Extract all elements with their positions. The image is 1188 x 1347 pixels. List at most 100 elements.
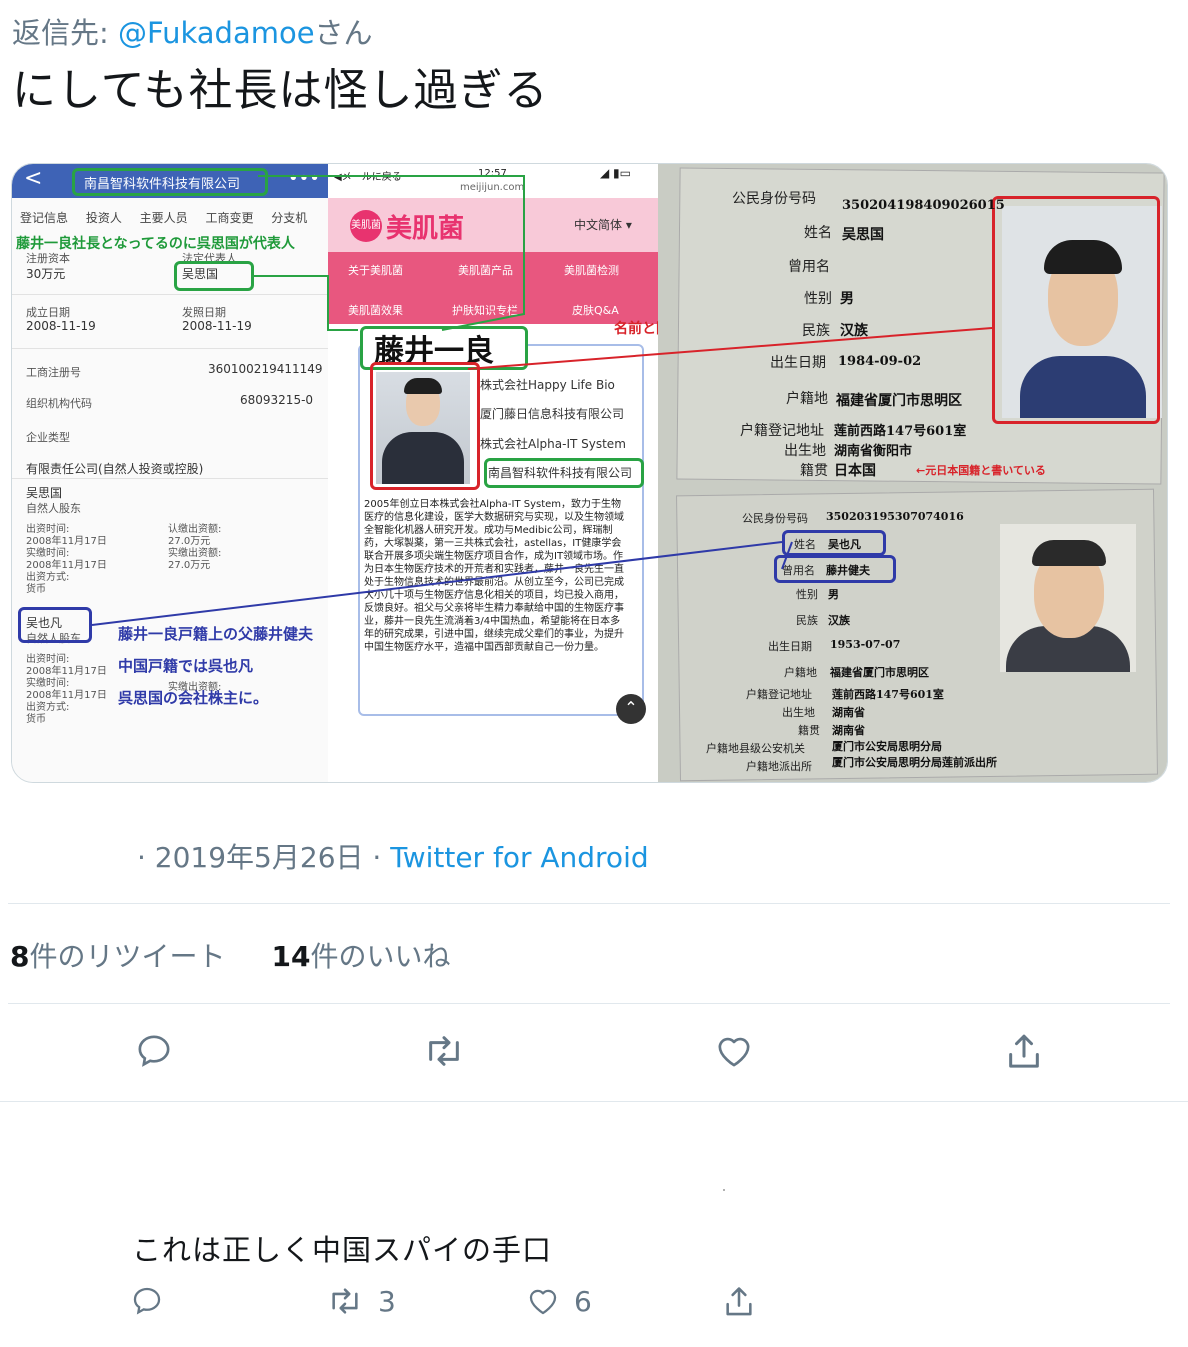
retweet-button[interactable] [422, 1031, 466, 1071]
share-icon [726, 1287, 752, 1316]
green-highlight-company [484, 458, 644, 488]
type-value: 有限责任公司(自然人投资或控股) [26, 462, 204, 476]
reg-no-label: 工商注册号 [26, 366, 81, 379]
id-a-label-8: 出生地 [784, 443, 826, 459]
holder1-amount: 认缴出资额: 27.0万元 实缴出资额: 27.0万元 [168, 524, 222, 571]
id-b-label-10: 户籍地县级公安机关 [706, 742, 805, 755]
holder1-detail: 出资时间: 2008年11月17日 实缴时间: 2008年11月17日 出资方式… [26, 524, 107, 595]
retweet-label: 件のリツイート [29, 940, 226, 973]
reply-handle-link[interactable]: @Fukadamoe [118, 16, 315, 50]
id-b-value-4: 汉族 [828, 614, 850, 627]
more-dots-icon: ••• [288, 168, 320, 189]
id-cards-panel: 公民身份号码 350204198409026015 姓名 吴思国 曾用名 性别 … [658, 164, 1167, 782]
reply-retweet-count: 3 [378, 1284, 396, 1318]
id-a-value-0: 350204198409026015 [842, 198, 1005, 213]
blue-highlight-father-name [782, 530, 886, 556]
company-2: 厦门藤日信息科技有限公司 [480, 407, 625, 421]
likes-stat[interactable]: 14件のいいね [272, 940, 451, 973]
language-select: 中文简体 ▾ [574, 218, 632, 232]
id-b-value-11: 厦门市公安局思明分局莲前派出所 [832, 756, 997, 769]
father-photo-hair [1032, 540, 1106, 566]
id-b-label-8: 出生地 [782, 706, 815, 719]
id-b-label-9: 籍贯 [798, 724, 820, 737]
company-registry-panel: < 南昌智科软件科技有限公司 ••• 登记信息 投资人 主要人员 工商变更 分支… [12, 164, 328, 782]
menu-item: 美肌菌产品 [458, 264, 513, 277]
status-url: meijijun.com [460, 182, 525, 193]
holder1-kind: 自然人股东 [26, 502, 81, 515]
id-b-label-0: 公民身份号码 [742, 512, 808, 525]
reply-tweet-text: これは正しく中国スパイの手口 [132, 1233, 553, 1267]
red-highlight-son-photo [992, 196, 1160, 424]
status-time: 12:57 [478, 168, 507, 179]
capital-value: 30万元 [26, 267, 66, 281]
red-highlight-photo [370, 362, 480, 490]
annotation-same-face: 名前と国籍違うが顔同じ [614, 321, 658, 337]
retweet-count: 8 [10, 940, 30, 973]
share-button[interactable] [1004, 1031, 1044, 1073]
reg-no-value: 360100219411149 [208, 362, 323, 376]
menu-item: 美肌菌检测 [564, 264, 619, 277]
tweet-date: · 2019年5月26日 · [137, 841, 391, 874]
share-icon [1009, 1034, 1039, 1068]
id-b-value-0: 350203195307074016 [826, 510, 964, 523]
tweet-source-link[interactable]: Twitter for Android [390, 841, 648, 874]
issue-value: 2008-11-19 [182, 319, 252, 333]
registry-tabs: 登记信息 投资人 主要人员 工商变更 分支机 [20, 211, 308, 225]
id-b-label-11: 户籍地派出所 [746, 760, 812, 773]
id-a-value-9: 日本国 [834, 463, 876, 479]
id-b-label-3: 性别 [796, 588, 818, 601]
retweet-icon [429, 1036, 459, 1066]
brand-menu: 关于美肌菌 美肌菌产品 美肌菌检测 美肌菌效果 护肤知识专栏 皮肤Q&A [328, 252, 658, 324]
blue-highlight-holder2 [18, 607, 92, 643]
id-b-label-6: 户籍地 [784, 666, 817, 679]
menu-item: 皮肤Q&A [572, 304, 619, 317]
id-a-label-4: 民族 [802, 323, 830, 339]
separator-dot [723, 1189, 725, 1191]
retweets-stat[interactable]: 8件のリツイート [10, 940, 226, 973]
id-b-value-3: 男 [828, 588, 839, 601]
divider [12, 294, 328, 295]
est-label: 成立日期 [26, 306, 70, 319]
reply-icon [133, 1287, 161, 1315]
id-b-value-8: 湖南省 [832, 706, 865, 719]
tweet-stats: 8件のリツイート 14件のいいね [10, 935, 450, 975]
reply-to-line: 返信先: @Fukadamoeさん [12, 10, 373, 52]
divider [12, 348, 328, 349]
id-a-label-2: 曾用名 [788, 259, 830, 275]
id-a-label-6: 户籍地 [786, 391, 828, 407]
reply-reply-button[interactable] [130, 1284, 164, 1318]
tweet-meta: · 2019年5月26日 · Twitter for Android [137, 836, 649, 876]
reply-button[interactable] [134, 1031, 174, 1071]
company-1: 株式会社Happy Life Bio [480, 378, 615, 392]
id-a-value-1: 吴思国 [842, 227, 884, 243]
reply-retweet-button[interactable]: 3 [326, 1284, 396, 1318]
menu-item: 关于美肌菌 [348, 264, 403, 277]
green-highlight-rep [174, 261, 254, 291]
reply-suffix: さん [314, 16, 373, 50]
id-b-label-5: 出生日期 [768, 640, 812, 653]
status-back-to-mail: ◀メールに戻る [334, 172, 402, 183]
id-b-value-7: 莲前西路147号601室 [832, 688, 944, 701]
tweet-media-image[interactable]: < 南昌智科软件科技有限公司 ••• 登记信息 投资人 主要人员 工商变更 分支… [11, 163, 1168, 783]
reply-like-count: 6 [574, 1284, 592, 1318]
holder2-detail: 出资时间: 2008年11月17日 实缴时间: 2008年11月17日 出资方式… [26, 654, 107, 725]
divider [12, 478, 328, 479]
id-a-value-4: 汉族 [840, 323, 868, 339]
reply-like-button[interactable]: 6 [526, 1284, 592, 1318]
menu-item: 护肤知识专栏 [452, 304, 518, 317]
battery-icon: ◢ ▮▭ [600, 166, 631, 180]
annotation-father: 藤井一良戸籍上の父藤井健夫 [118, 625, 314, 643]
like-count: 14 [271, 940, 311, 973]
reply-prefix: 返信先: [12, 16, 118, 50]
org-code-value: 68093215-0 [240, 393, 314, 407]
id-a-value-7: 莲前西路147号601室 [834, 424, 967, 439]
id-b-label-7: 户籍登记地址 [746, 688, 812, 701]
est-value: 2008-11-19 [26, 319, 96, 333]
website-bio-panel: ◀メールに戻る 12:57 meijijun.com ◢ ▮▭ 美肌菌 美肌菌 … [328, 164, 658, 782]
capital-label: 注册资本 [26, 252, 70, 265]
reply-share-button[interactable] [722, 1284, 756, 1320]
like-button[interactable] [714, 1031, 754, 1071]
annotation-chinese-name: 中国戸籍では呉也凡 [118, 657, 254, 675]
retweet-icon [332, 1288, 358, 1314]
id-a-label-0: 公民身份号码 [732, 191, 816, 207]
